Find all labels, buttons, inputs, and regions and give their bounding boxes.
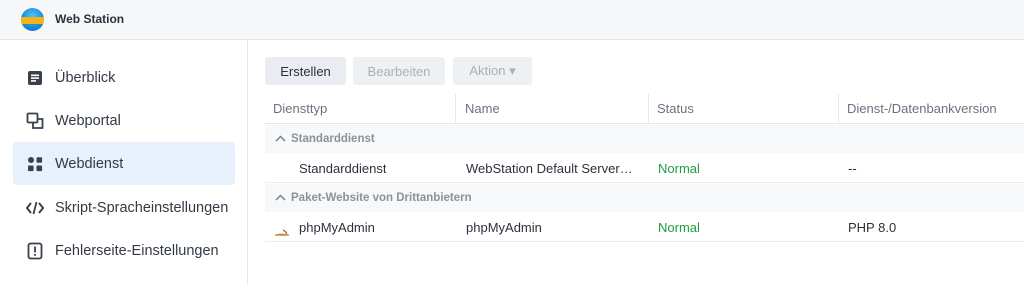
column-header-status[interactable]: Status — [657, 101, 694, 116]
cell-version: PHP 8.0 — [848, 220, 897, 235]
sidebar-item-label: Webdienst — [55, 155, 124, 172]
table-row[interactable]: Standarddienst WebStation Default Server… — [265, 153, 1024, 183]
title-bar: Web Station — [0, 0, 1024, 40]
code-icon — [26, 199, 44, 217]
chevron-up-icon[interactable] — [275, 192, 286, 204]
cell-version: -- — [848, 161, 857, 176]
sidebar-item-error-page[interactable]: Fehlerseite-Einstellungen — [13, 229, 235, 272]
sidebar-item-webportal[interactable]: Webportal — [13, 99, 235, 142]
sidebar-item-webservice[interactable]: Webdienst — [13, 142, 235, 185]
overview-icon — [26, 69, 44, 87]
cell-service-type: phpMyAdmin — [299, 220, 375, 235]
cell-status: Normal — [658, 220, 700, 235]
error-page-icon — [26, 242, 44, 260]
group-label: Standarddienst — [291, 133, 375, 145]
sidebar: Überblick Webportal Webdienst Skript-Spr… — [0, 40, 248, 285]
cell-status: Normal — [658, 161, 700, 176]
table-header: Diensttyp Name Status Dienst-/Datenbankv… — [265, 92, 1024, 124]
cell-name: phpMyAdmin — [466, 220, 542, 235]
column-header-name[interactable]: Name — [465, 101, 500, 116]
action-dropdown-button[interactable]: Aktion ▾ — [453, 57, 532, 85]
sidebar-item-label: Skript-Spracheinstellungen — [55, 199, 229, 216]
webservice-icon — [26, 155, 44, 173]
sidebar-item-overview[interactable]: Überblick — [13, 56, 235, 99]
table-row[interactable]: phpMyAdmin phpMyAdmin Normal PHP 8.0 — [265, 212, 1024, 242]
sidebar-item-label: Fehlerseite-Einstellungen — [55, 242, 219, 259]
chevron-up-icon[interactable] — [275, 133, 286, 145]
sidebar-item-label: Überblick — [55, 69, 116, 86]
phpmyadmin-icon — [274, 223, 290, 236]
webportal-icon — [26, 112, 44, 130]
web-station-logo-icon — [21, 8, 44, 31]
column-divider — [455, 94, 456, 124]
group-header-default-service[interactable]: Standarddienst — [265, 125, 1024, 153]
column-divider — [838, 94, 839, 124]
sidebar-item-script-language[interactable]: Skript-Spracheinstellungen — [13, 186, 235, 229]
cell-name: WebStation Default Server… — [466, 161, 633, 176]
edit-button[interactable]: Bearbeiten — [353, 57, 445, 85]
column-divider — [648, 94, 649, 124]
group-header-third-party[interactable]: Paket-Website von Drittanbietern — [265, 184, 1024, 212]
sidebar-item-label: Webportal — [55, 112, 121, 129]
group-label: Paket-Website von Drittanbietern — [291, 192, 472, 204]
create-button[interactable]: Erstellen — [265, 57, 346, 85]
main-panel: Erstellen Bearbeiten Aktion ▾ Diensttyp … — [249, 40, 1024, 285]
app-title: Web Station — [55, 12, 125, 26]
cell-service-type: Standarddienst — [299, 161, 387, 176]
column-header-version[interactable]: Dienst-/Datenbankversion — [847, 101, 997, 116]
column-header-service-type[interactable]: Diensttyp — [273, 101, 327, 116]
